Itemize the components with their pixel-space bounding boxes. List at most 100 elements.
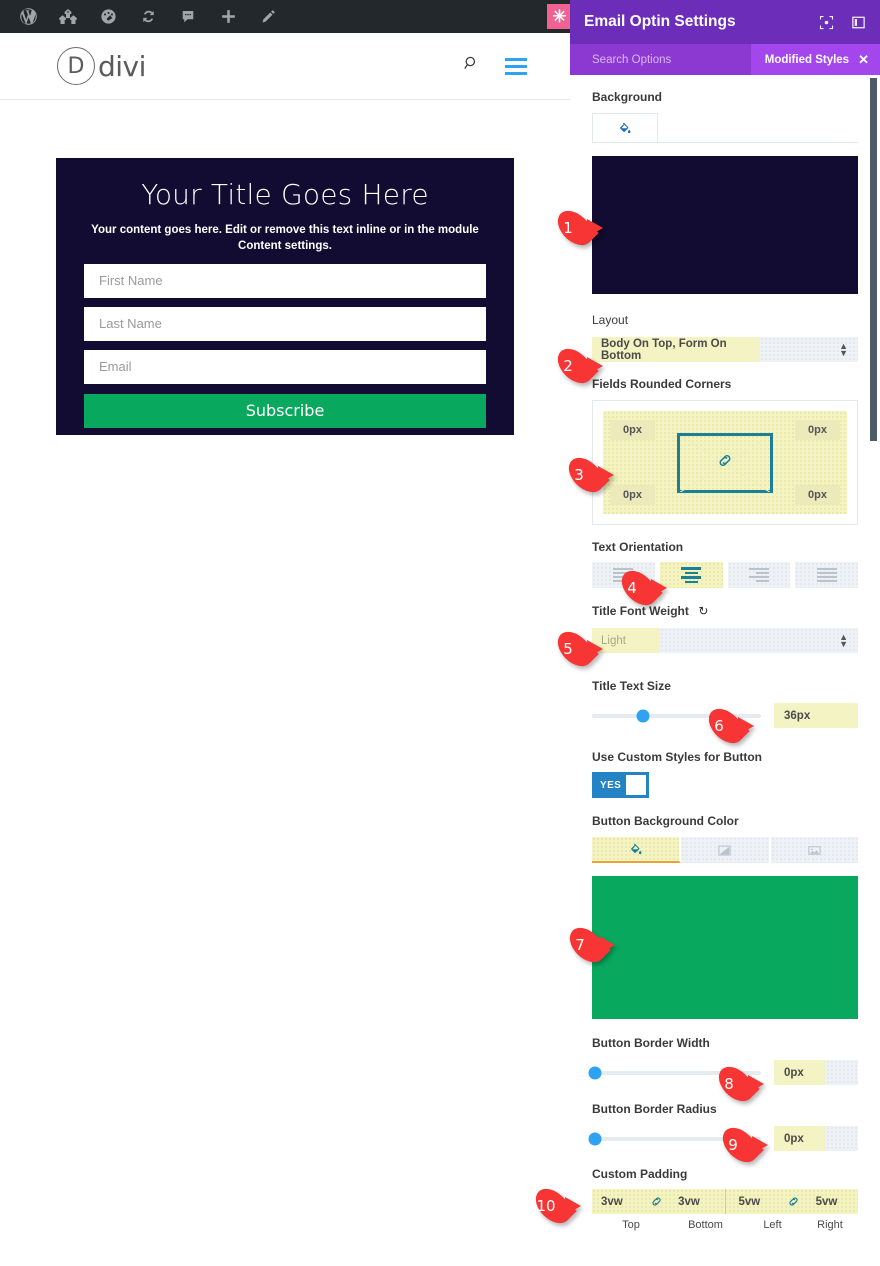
button-border-width-input[interactable]: 0px [774,1060,858,1085]
plus-icon[interactable] [208,0,248,33]
divi-builder-badge[interactable]: ✳ [547,4,572,29]
first-name-input[interactable]: First Name [84,263,486,298]
button-background-color-section: Button Background Color [570,814,880,1019]
chevron-updown-icon: ▲ ▼ [839,340,848,358]
link-chain-icon[interactable] [715,450,735,475]
refresh-icon[interactable] [128,0,168,33]
email-optin-module-preview[interactable]: Your Title Goes Here Your content goes h… [56,158,514,435]
panel-title: Email Optin Settings [584,13,736,30]
marker-8-number: 8 [724,1075,734,1093]
comment-icon[interactable] [168,0,208,33]
padding-right-label: Right [817,1219,843,1231]
title-font-weight-label: Title Font Weight [592,604,689,618]
optin-body-text: Your content goes here. Edit or remove t… [91,223,479,253]
marker-4-number: 4 [627,579,637,597]
padding-divider [724,1189,726,1214]
last-name-input[interactable]: Last Name [84,306,486,341]
marker-2: 2 [549,342,603,390]
layout-section: Layout Body On Top, Form On Bottom ▲ ▼ [570,311,880,362]
toggle-value-label: YES [600,779,622,791]
link-chain-icon[interactable] [643,1194,669,1209]
marker-3: 3 [560,451,614,499]
toggle-knob [626,775,646,795]
button-background-color-swatch[interactable] [592,876,858,1019]
gradient-icon[interactable] [681,837,771,863]
background-section: Background [570,90,880,294]
background-color-tab[interactable] [592,113,658,142]
screenshot-root: ✳ D divi Your Title Goes Here Your conte… [0,0,880,1266]
button-background-color-label: Button Background Color [592,814,739,828]
title-font-weight-section: Title Font Weight ↻ Light ▲ ▼ [570,602,880,653]
background-tabs-spacer [658,113,858,142]
hamburger-menu-icon[interactable] [505,57,527,75]
panel-layout-icon[interactable] [851,15,866,30]
focus-target-icon[interactable] [819,15,834,30]
corner-preview-box [677,432,773,493]
email-input[interactable]: Email [84,349,486,384]
button-border-radius-label: Button Border Radius [592,1102,717,1116]
marker-5: 5 [549,625,603,673]
padding-bottom-label: Bottom [688,1219,723,1231]
panel-scroll-body: Background Layout Body On Top, Form On B… [570,90,880,1231]
link-chain-icon[interactable] [781,1194,807,1209]
marker-2-number: 2 [563,357,573,375]
panel-header-actions [819,15,866,30]
button-border-width-value: 0px [784,1066,804,1079]
panel-header: Email Optin Settings [570,0,880,44]
subscribe-button[interactable]: Subscribe [84,393,486,428]
use-custom-styles-toggle[interactable]: YES [592,772,649,798]
dashboard-gauge-icon[interactable] [88,0,128,33]
divi-site-header: D divi [0,33,580,100]
button-border-radius-input[interactable]: 0px [774,1126,858,1151]
image-icon[interactable] [770,837,858,863]
padding-left-input[interactable]: 5vw [729,1196,780,1208]
site-home-icon[interactable] [48,0,88,33]
fields-rounded-corners-label: Fields Rounded Corners [592,377,732,391]
text-orientation-label: Text Orientation [592,540,684,554]
reset-arrow-icon[interactable]: ↻ [698,604,708,618]
close-icon[interactable]: ✕ [858,52,869,68]
marker-10: 10 [527,1182,581,1230]
layout-select[interactable]: Body On Top, Form On Bottom ▲ ▼ [592,337,858,362]
marker-6: 6 [700,702,754,750]
title-font-weight-select[interactable]: Light ▲ ▼ [592,628,858,653]
marker-1-number: 1 [563,219,573,237]
wordpress-logo-icon[interactable] [8,0,48,33]
custom-padding-label: Custom Padding [592,1167,688,1181]
marker-6-number: 6 [714,717,724,735]
padding-left-label: Left [763,1219,782,1231]
button-border-width-label: Button Border Width [592,1036,710,1050]
custom-padding-labels: Top Bottom Left Right [592,1219,858,1231]
padding-top-label: Top [622,1219,640,1231]
custom-padding-section: Custom Padding 3vw 3vw 5vw 5vw Top Botto… [570,1167,880,1231]
modified-styles-chip[interactable]: Modified Styles ✕ [750,44,880,75]
pencil-edit-icon[interactable] [248,0,288,33]
background-tabs [592,113,858,143]
title-font-weight-value: Light [601,634,626,647]
paint-bucket-icon[interactable] [592,837,682,863]
title-text-size-input[interactable]: 36px [774,703,858,728]
button-background-tabs [592,837,858,863]
search-options-input[interactable]: Search Options [592,54,671,66]
panel-search-bar[interactable]: Search Options Modified Styles ✕ [570,44,880,75]
background-color-swatch[interactable] [592,156,858,294]
corners-editor[interactable]: 0px 0px 0px 0px [592,400,858,525]
marker-8: 8 [710,1060,764,1108]
corner-bottom-right-input[interactable]: 0px [795,485,840,505]
marker-3-number: 3 [574,466,584,484]
corner-bottom-left-input[interactable]: 0px [610,485,655,505]
modified-styles-label: Modified Styles [764,53,850,66]
corner-top-left-input[interactable]: 0px [610,420,655,440]
align-right-icon[interactable] [727,562,791,588]
corner-top-right-input[interactable]: 0px [795,420,840,440]
align-center-icon[interactable] [659,562,723,588]
search-icon[interactable] [462,54,481,78]
padding-top-input[interactable]: 3vw [592,1196,643,1208]
panel-scrollbar[interactable] [870,78,877,441]
marker-9: 9 [714,1121,768,1169]
align-justify-icon[interactable] [795,562,858,588]
layout-value: Body On Top, Form On Bottom [601,337,727,362]
padding-bottom-input[interactable]: 3vw [669,1196,720,1208]
padding-right-input[interactable]: 5vw [807,1196,858,1208]
divi-logo[interactable]: D divi [57,47,146,85]
